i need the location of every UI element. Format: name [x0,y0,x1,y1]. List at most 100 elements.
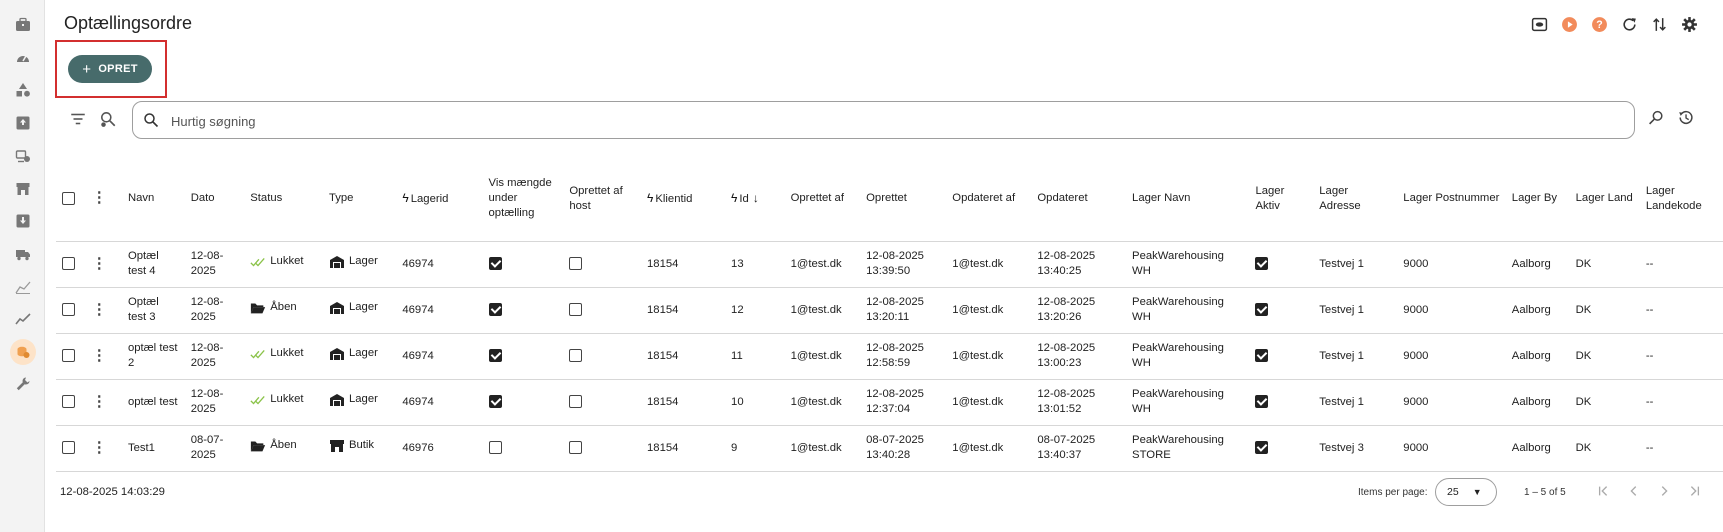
advanced-search-icon[interactable] [99,110,117,128]
search-input[interactable] [169,110,1609,132]
col-header-vis-maengde[interactable]: Vis mængde under optælling [482,157,564,242]
cell-vis-maengde [482,425,564,472]
create-button[interactable]: + OPRET [68,55,152,83]
filter-icon[interactable] [69,110,87,128]
search-actions [1648,109,1694,126]
gear-icon [1681,16,1697,32]
table-row[interactable]: ⋮ Optæl test 3 12-08-2025 Åben Lager 46974 181… [56,287,1723,334]
row-more-icon[interactable]: ⋮ [92,301,107,318]
row-more-icon[interactable]: ⋮ [92,439,107,456]
search-icon [144,113,159,128]
sidebar-item-inventory-count[interactable] [10,339,36,365]
row-more-icon[interactable]: ⋮ [92,347,107,364]
sidebar-item-tools[interactable] [13,374,33,394]
search-reset-icon[interactable] [1648,109,1665,126]
cell-vis-maengde-checkbox[interactable] [488,349,502,363]
first-page-button[interactable] [1596,481,1612,501]
cell-oprettet-host-checkbox[interactable] [569,349,583,363]
sidebar-item-shipping[interactable] [13,244,33,264]
cart-list-icon [15,150,30,163]
cell-oprettet-host-checkbox[interactable] [569,441,583,455]
last-page-button[interactable] [1686,481,1702,501]
cell-opdateret-af: 1@test.dk [946,333,1032,380]
cell-vis-maengde-checkbox[interactable] [488,441,502,455]
header-more-icon[interactable]: ⋮ [92,189,107,206]
cell-lagerid: 46974 [396,287,483,334]
col-header-oprettet-af[interactable]: Oprettet af [784,157,861,242]
col-header-opdateret-af[interactable]: Opdateret af [946,157,1032,242]
row-more-icon[interactable]: ⋮ [92,393,107,410]
sidebar-item-picking[interactable] [13,146,33,166]
cell-vis-maengde-checkbox[interactable] [488,303,502,317]
table-row[interactable]: ⋮ Test1 08-07-2025 Åben Butik 46976 18154 9 1@te… [56,425,1723,472]
row-select-checkbox[interactable] [62,303,75,317]
history-icon[interactable] [1677,109,1694,126]
col-header-oprettet-host[interactable]: Oprettet af host [563,157,642,242]
cell-lager-aktiv-checkbox[interactable] [1255,303,1269,317]
col-header-lager-navn[interactable]: Lager Navn [1126,157,1250,242]
play-button[interactable] [1559,14,1579,34]
cell-vis-maengde-checkbox[interactable] [488,257,502,271]
col-header-lager-adresse[interactable]: Lager Adresse [1313,157,1398,242]
refresh-button[interactable] [1619,14,1639,34]
row-select-checkbox[interactable] [62,349,75,363]
cell-lager-landekode: -- [1639,287,1723,334]
row-more-icon[interactable]: ⋮ [92,255,107,272]
col-header-dato[interactable]: Dato [184,157,245,242]
cell-oprettet-host-checkbox[interactable] [569,395,583,409]
sidebar-item-store[interactable] [13,179,33,199]
cell-lager-aktiv-checkbox[interactable] [1255,349,1269,363]
sidebar-item-stats[interactable] [13,277,33,297]
quick-search[interactable] [132,101,1635,139]
sidebar-item-inbox[interactable] [13,113,33,133]
items-per-page-select[interactable]: 25 ▼ [1435,478,1497,506]
view-button[interactable] [1529,14,1549,34]
bolt-icon: ϟ [402,190,409,205]
col-header-lagerid[interactable]: ϟ Lagerid [396,157,483,242]
sidebar-item-receiving[interactable] [13,211,33,231]
row-select-checkbox[interactable] [62,257,75,271]
cell-oprettet-host-checkbox[interactable] [569,257,583,271]
cell-lager-aktiv-checkbox[interactable] [1255,257,1269,271]
sidebar-item-shapes[interactable] [13,80,33,100]
sidebar-item-dashboard[interactable] [13,48,33,68]
cell-lager-aktiv [1249,241,1314,288]
settings-button[interactable] [1679,14,1699,34]
cell-vis-maengde [482,333,564,380]
col-header-type[interactable]: Type [322,157,397,242]
sort-button[interactable] [1649,14,1669,34]
col-header-opdateret[interactable]: Opdateret [1031,157,1127,242]
select-all-checkbox[interactable] [62,191,75,205]
table-row[interactable]: ⋮ optæl test 12-08-2025 Lukket Lager 46974 181… [56,379,1723,426]
row-select-checkbox[interactable] [62,441,75,455]
cell-lager-aktiv-checkbox[interactable] [1255,395,1269,409]
col-header-oprettet[interactable]: Oprettet [860,157,947,242]
cell-lager-aktiv-checkbox[interactable] [1255,441,1269,455]
row-select-checkbox[interactable] [62,395,75,409]
cell-vis-maengde-checkbox[interactable] [488,395,502,409]
col-header-lager-by[interactable]: Lager By [1505,157,1570,242]
col-header-id-label: Id [739,192,749,205]
table-row[interactable]: ⋮ Optæl test 4 12-08-2025 Lukket Lager 46974 1… [56,241,1723,288]
wrench-icon [16,377,30,391]
cell-opdateret-af: 1@test.dk [946,241,1032,288]
cell-type: Lager [322,379,397,426]
sidebar-item-trend[interactable] [13,309,33,329]
download-box-icon [16,214,30,228]
col-header-navn[interactable]: Navn [121,157,185,242]
col-header-lager-postnummer[interactable]: Lager Postnummer [1397,157,1506,242]
col-header-lager-landekode[interactable]: Lager Landekode [1639,157,1723,242]
help-button[interactable]: ? [1589,14,1609,34]
col-header-id[interactable]: ϟ Id ↓ [725,157,785,242]
cell-oprettet-host-checkbox[interactable] [569,303,583,317]
cell-klientid: 18154 [641,333,726,380]
table-row[interactable]: ⋮ optæl test 2 12-08-2025 Lukket Lager 46974 1… [56,333,1723,380]
col-header-status[interactable]: Status [244,157,323,242]
col-header-lager-land[interactable]: Lager Land [1569,157,1640,242]
col-header-klientid[interactable]: ϟ Klientid [641,157,726,242]
next-page-button[interactable] [1656,481,1672,501]
sidebar-item-orders[interactable] [13,15,33,35]
prev-page-button[interactable] [1626,481,1642,501]
col-header-lager-aktiv[interactable]: Lager Aktiv [1249,157,1314,242]
chevron-right-icon [1661,486,1668,496]
